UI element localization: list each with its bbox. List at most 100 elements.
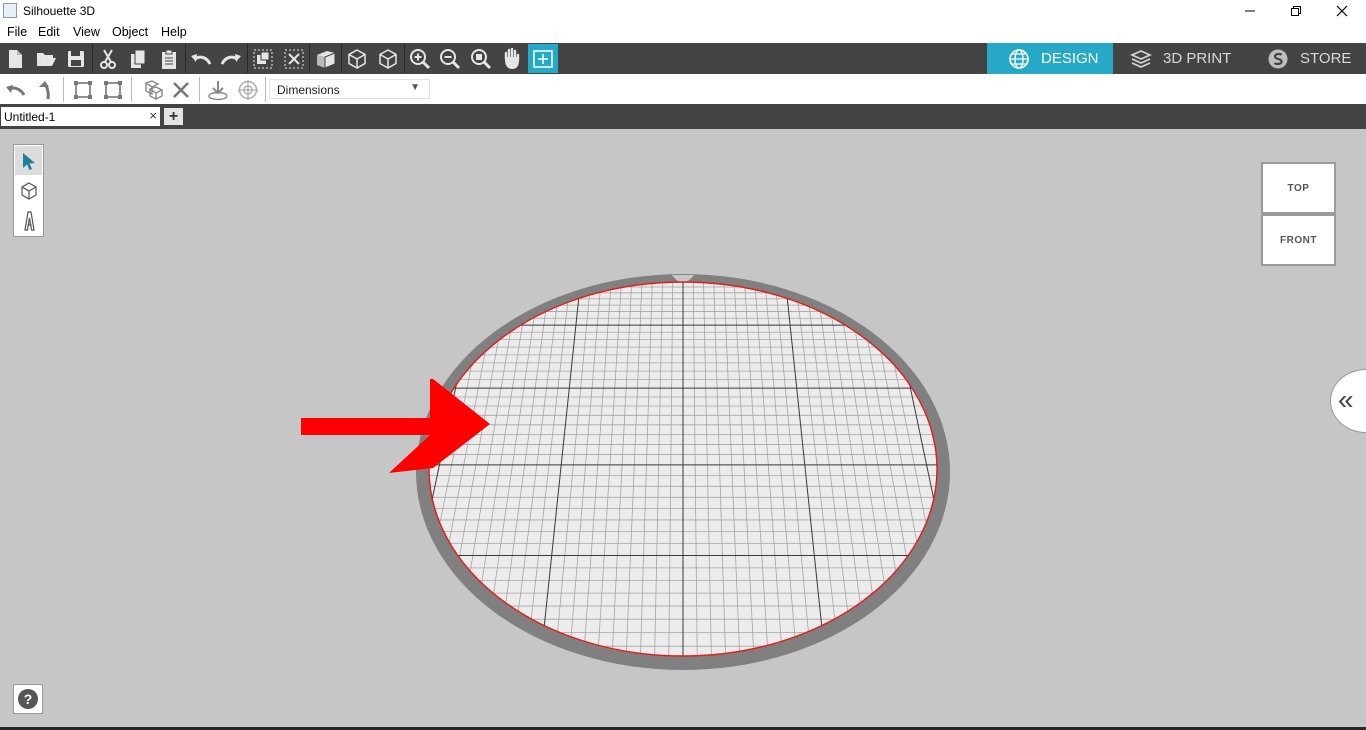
chevron-down-icon: ▼ [410, 82, 420, 93]
menu-view[interactable]: View [73, 25, 100, 39]
tab-3d-print[interactable]: 3D PRINT [1113, 43, 1245, 74]
menu-help[interactable]: Help [161, 25, 187, 39]
title-bar: Silhouette 3D [0, 0, 1366, 22]
menu-edit[interactable]: Edit [38, 25, 60, 39]
redo-icon [220, 53, 241, 65]
drop-to-floor-icon [208, 80, 228, 100]
cut-icon [100, 48, 116, 69]
close-icon [1336, 5, 1348, 17]
tab-3d-print-label: 3D PRINT [1163, 50, 1232, 67]
ungroup-button[interactable] [279, 44, 309, 73]
zoom-out-icon [440, 48, 461, 69]
drop-to-floor-button[interactable] [204, 76, 232, 103]
cube-solid-icon [379, 48, 397, 69]
zoom-out-button[interactable] [435, 44, 465, 73]
document-tab[interactable]: Untitled-1 × [1, 107, 160, 126]
tab-design-label: DESIGN [1041, 50, 1099, 67]
zoom-in-button[interactable] [405, 44, 435, 73]
rotate-left-button[interactable] [1, 76, 29, 103]
window-title: Silhouette 3D [23, 4, 96, 18]
tab-store-label: STORE [1300, 50, 1352, 67]
minimize-icon [1245, 10, 1255, 12]
rotate-left-icon [6, 84, 26, 96]
delete-button[interactable] [167, 76, 195, 103]
help-icon: ? [18, 689, 38, 709]
cube-tool-button[interactable] [15, 176, 42, 205]
redo-button[interactable] [216, 44, 246, 73]
new-file-icon [9, 49, 22, 68]
tab-store[interactable]: STORE [1245, 43, 1366, 74]
document-tab-label: Untitled-1 [4, 110, 56, 124]
secondary-toolbar: Dimensions ▼ [0, 74, 1366, 104]
dimensions-select[interactable]: Dimensions ▼ [269, 79, 430, 99]
resize-button[interactable] [99, 76, 127, 103]
cube-outline-button[interactable] [342, 44, 372, 73]
document-tabs: Untitled-1 × + [0, 104, 1366, 129]
open-folder-icon [37, 52, 56, 66]
menu-file[interactable]: File [7, 25, 27, 39]
restore-icon [1291, 6, 1301, 16]
close-tab-icon[interactable]: × [149, 108, 157, 123]
center-icon [238, 79, 258, 100]
undo-icon [191, 53, 212, 65]
save-button[interactable] [61, 44, 91, 73]
text-a-icon [23, 210, 35, 231]
delete-icon [173, 81, 189, 98]
extrude-icon [317, 50, 336, 69]
fit-to-view-icon [533, 49, 553, 68]
boolean-button[interactable] [137, 76, 165, 103]
help-button[interactable]: ? [13, 684, 43, 714]
close-window-button[interactable] [1319, 0, 1365, 22]
resize-icon [104, 80, 122, 99]
undo-button[interactable] [186, 44, 216, 73]
select-arrow-icon [22, 152, 35, 170]
group-button[interactable] [248, 44, 278, 73]
save-icon [68, 50, 84, 67]
fit-to-view-button[interactable] [528, 44, 558, 73]
design-viewport[interactable]: TOP FRONT « ? [0, 129, 1366, 730]
tool-palette [13, 144, 44, 237]
copy-button[interactable] [123, 44, 153, 73]
align-icon [74, 80, 92, 99]
cube-outline-icon [348, 48, 366, 69]
print-layers-icon [1130, 49, 1152, 68]
align-button[interactable] [69, 76, 97, 103]
pan-button[interactable] [497, 44, 527, 73]
center-button[interactable] [234, 76, 262, 103]
new-file-button[interactable] [0, 44, 30, 73]
paste-icon [162, 49, 176, 69]
zoom-fit-icon [471, 48, 492, 69]
toolbar-separator [265, 77, 266, 102]
toolbar-separator [63, 77, 64, 102]
build-plate-scene [301, 274, 1053, 670]
grid-line [948, 276, 1053, 660]
cut-button[interactable] [93, 44, 123, 73]
store-s-icon [1268, 49, 1288, 68]
zoom-fit-button[interactable] [466, 44, 496, 73]
minimize-button[interactable] [1227, 0, 1273, 22]
menu-bar: File Edit View Object Help [0, 22, 1366, 43]
double-chevron-left-icon: « [1338, 384, 1354, 415]
group-icon [253, 49, 273, 68]
paste-button[interactable] [154, 44, 184, 73]
view-cube-front[interactable]: FRONT [1261, 214, 1336, 266]
open-button[interactable] [31, 44, 61, 73]
copy-icon [131, 49, 146, 68]
app-icon [3, 3, 17, 18]
dimensions-select-value: Dimensions [277, 83, 340, 97]
cube-solid-button[interactable] [373, 44, 403, 73]
menu-object[interactable]: Object [112, 25, 148, 39]
cube-icon [20, 181, 37, 200]
text-tool-button[interactable] [15, 206, 42, 235]
tab-design[interactable]: DESIGN [987, 43, 1113, 74]
view-cube-top[interactable]: TOP [1261, 162, 1336, 214]
restore-button[interactable] [1273, 0, 1319, 22]
ungroup-icon [284, 49, 304, 68]
grid-line [938, 276, 1039, 660]
select-tool-button[interactable] [15, 146, 42, 175]
add-tab-button[interactable]: + [164, 108, 183, 125]
extrude-button[interactable] [310, 44, 340, 73]
main-toolbar: DESIGN 3D PRINT STORE [0, 43, 1366, 74]
rotate-up-button[interactable] [31, 76, 59, 103]
view-cube[interactable]: TOP FRONT [1261, 162, 1336, 266]
